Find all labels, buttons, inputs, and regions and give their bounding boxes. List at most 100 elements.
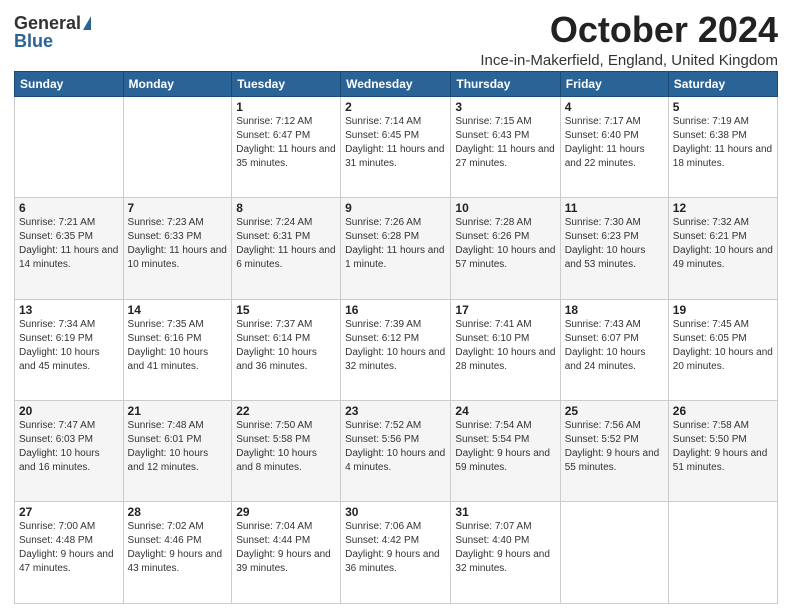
- day-detail: Sunrise: 7:21 AM Sunset: 6:35 PM Dayligh…: [19, 216, 119, 272]
- location: Ince-in-Makerfield, England, United King…: [480, 52, 778, 69]
- day-detail: Sunrise: 7:06 AM Sunset: 4:42 PM Dayligh…: [345, 520, 446, 576]
- day-detail: Sunrise: 7:37 AM Sunset: 6:14 PM Dayligh…: [236, 318, 336, 374]
- day-detail: Sunrise: 7:48 AM Sunset: 6:01 PM Dayligh…: [128, 419, 228, 475]
- day-number: 28: [128, 505, 228, 519]
- col-sunday: Sunday: [15, 71, 124, 96]
- calendar-cell: 13Sunrise: 7:34 AM Sunset: 6:19 PM Dayli…: [15, 299, 124, 400]
- logo-blue: Blue: [14, 32, 53, 50]
- day-number: 17: [455, 303, 555, 317]
- day-detail: Sunrise: 7:34 AM Sunset: 6:19 PM Dayligh…: [19, 318, 119, 374]
- calendar-cell: 6Sunrise: 7:21 AM Sunset: 6:35 PM Daylig…: [15, 198, 124, 299]
- day-detail: Sunrise: 7:28 AM Sunset: 6:26 PM Dayligh…: [455, 216, 555, 272]
- day-number: 29: [236, 505, 336, 519]
- day-number: 4: [565, 100, 664, 114]
- day-detail: Sunrise: 7:23 AM Sunset: 6:33 PM Dayligh…: [128, 216, 228, 272]
- calendar-cell: 7Sunrise: 7:23 AM Sunset: 6:33 PM Daylig…: [123, 198, 232, 299]
- col-saturday: Saturday: [668, 71, 777, 96]
- day-number: 27: [19, 505, 119, 519]
- day-detail: Sunrise: 7:32 AM Sunset: 6:21 PM Dayligh…: [673, 216, 773, 272]
- calendar-cell: 25Sunrise: 7:56 AM Sunset: 5:52 PM Dayli…: [560, 401, 668, 502]
- calendar-week-row-4: 27Sunrise: 7:00 AM Sunset: 4:48 PM Dayli…: [15, 502, 778, 604]
- day-detail: Sunrise: 7:02 AM Sunset: 4:46 PM Dayligh…: [128, 520, 228, 576]
- calendar-cell: 5Sunrise: 7:19 AM Sunset: 6:38 PM Daylig…: [668, 96, 777, 197]
- day-detail: Sunrise: 7:00 AM Sunset: 4:48 PM Dayligh…: [19, 520, 119, 576]
- day-detail: Sunrise: 7:35 AM Sunset: 6:16 PM Dayligh…: [128, 318, 228, 374]
- day-detail: Sunrise: 7:45 AM Sunset: 6:05 PM Dayligh…: [673, 318, 773, 374]
- col-friday: Friday: [560, 71, 668, 96]
- day-detail: Sunrise: 7:26 AM Sunset: 6:28 PM Dayligh…: [345, 216, 446, 272]
- calendar-cell: [668, 502, 777, 604]
- day-number: 14: [128, 303, 228, 317]
- page: General Blue October 2024 Ince-in-Makerf…: [0, 0, 792, 612]
- day-detail: Sunrise: 7:54 AM Sunset: 5:54 PM Dayligh…: [455, 419, 555, 475]
- header: General Blue October 2024 Ince-in-Makerf…: [14, 10, 778, 69]
- day-number: 12: [673, 201, 773, 215]
- calendar-cell: 31Sunrise: 7:07 AM Sunset: 4:40 PM Dayli…: [451, 502, 560, 604]
- day-number: 2: [345, 100, 446, 114]
- day-number: 11: [565, 201, 664, 215]
- day-number: 9: [345, 201, 446, 215]
- calendar-week-row-2: 13Sunrise: 7:34 AM Sunset: 6:19 PM Dayli…: [15, 299, 778, 400]
- calendar-cell: 20Sunrise: 7:47 AM Sunset: 6:03 PM Dayli…: [15, 401, 124, 502]
- col-wednesday: Wednesday: [341, 71, 451, 96]
- calendar-cell: 16Sunrise: 7:39 AM Sunset: 6:12 PM Dayli…: [341, 299, 451, 400]
- day-detail: Sunrise: 7:24 AM Sunset: 6:31 PM Dayligh…: [236, 216, 336, 272]
- day-number: 24: [455, 404, 555, 418]
- day-detail: Sunrise: 7:47 AM Sunset: 6:03 PM Dayligh…: [19, 419, 119, 475]
- day-detail: Sunrise: 7:56 AM Sunset: 5:52 PM Dayligh…: [565, 419, 664, 475]
- day-number: 31: [455, 505, 555, 519]
- calendar-cell: 2Sunrise: 7:14 AM Sunset: 6:45 PM Daylig…: [341, 96, 451, 197]
- calendar-cell: 19Sunrise: 7:45 AM Sunset: 6:05 PM Dayli…: [668, 299, 777, 400]
- day-number: 16: [345, 303, 446, 317]
- month-title: October 2024: [480, 10, 778, 50]
- day-number: 25: [565, 404, 664, 418]
- day-number: 6: [19, 201, 119, 215]
- calendar-cell: 14Sunrise: 7:35 AM Sunset: 6:16 PM Dayli…: [123, 299, 232, 400]
- calendar-cell: 15Sunrise: 7:37 AM Sunset: 6:14 PM Dayli…: [232, 299, 341, 400]
- day-number: 23: [345, 404, 446, 418]
- day-number: 21: [128, 404, 228, 418]
- calendar-cell: 21Sunrise: 7:48 AM Sunset: 6:01 PM Dayli…: [123, 401, 232, 502]
- calendar-cell: 23Sunrise: 7:52 AM Sunset: 5:56 PM Dayli…: [341, 401, 451, 502]
- day-number: 10: [455, 201, 555, 215]
- day-number: 20: [19, 404, 119, 418]
- calendar-cell: 30Sunrise: 7:06 AM Sunset: 4:42 PM Dayli…: [341, 502, 451, 604]
- day-number: 26: [673, 404, 773, 418]
- col-thursday: Thursday: [451, 71, 560, 96]
- day-detail: Sunrise: 7:14 AM Sunset: 6:45 PM Dayligh…: [345, 115, 446, 171]
- calendar-cell: 11Sunrise: 7:30 AM Sunset: 6:23 PM Dayli…: [560, 198, 668, 299]
- day-detail: Sunrise: 7:30 AM Sunset: 6:23 PM Dayligh…: [565, 216, 664, 272]
- calendar-cell: 9Sunrise: 7:26 AM Sunset: 6:28 PM Daylig…: [341, 198, 451, 299]
- calendar-cell: 24Sunrise: 7:54 AM Sunset: 5:54 PM Dayli…: [451, 401, 560, 502]
- day-number: 7: [128, 201, 228, 215]
- day-detail: Sunrise: 7:15 AM Sunset: 6:43 PM Dayligh…: [455, 115, 555, 171]
- calendar-cell: 17Sunrise: 7:41 AM Sunset: 6:10 PM Dayli…: [451, 299, 560, 400]
- calendar-cell: 4Sunrise: 7:17 AM Sunset: 6:40 PM Daylig…: [560, 96, 668, 197]
- calendar-cell: [560, 502, 668, 604]
- calendar-cell: 8Sunrise: 7:24 AM Sunset: 6:31 PM Daylig…: [232, 198, 341, 299]
- day-detail: Sunrise: 7:50 AM Sunset: 5:58 PM Dayligh…: [236, 419, 336, 475]
- calendar-cell: 1Sunrise: 7:12 AM Sunset: 6:47 PM Daylig…: [232, 96, 341, 197]
- day-detail: Sunrise: 7:43 AM Sunset: 6:07 PM Dayligh…: [565, 318, 664, 374]
- calendar-table: Sunday Monday Tuesday Wednesday Thursday…: [14, 71, 778, 604]
- day-number: 18: [565, 303, 664, 317]
- logo: General Blue: [14, 14, 91, 50]
- logo-triangle-icon: [83, 16, 91, 30]
- day-number: 19: [673, 303, 773, 317]
- day-number: 13: [19, 303, 119, 317]
- calendar-cell: 3Sunrise: 7:15 AM Sunset: 6:43 PM Daylig…: [451, 96, 560, 197]
- day-number: 15: [236, 303, 336, 317]
- calendar-cell: 28Sunrise: 7:02 AM Sunset: 4:46 PM Dayli…: [123, 502, 232, 604]
- day-number: 3: [455, 100, 555, 114]
- day-number: 30: [345, 505, 446, 519]
- calendar-cell: 22Sunrise: 7:50 AM Sunset: 5:58 PM Dayli…: [232, 401, 341, 502]
- title-block: October 2024 Ince-in-Makerfield, England…: [480, 10, 778, 69]
- day-detail: Sunrise: 7:41 AM Sunset: 6:10 PM Dayligh…: [455, 318, 555, 374]
- calendar-cell: [15, 96, 124, 197]
- calendar-cell: [123, 96, 232, 197]
- logo-general: General: [14, 14, 81, 32]
- col-tuesday: Tuesday: [232, 71, 341, 96]
- calendar-cell: 29Sunrise: 7:04 AM Sunset: 4:44 PM Dayli…: [232, 502, 341, 604]
- day-detail: Sunrise: 7:19 AM Sunset: 6:38 PM Dayligh…: [673, 115, 773, 171]
- day-detail: Sunrise: 7:39 AM Sunset: 6:12 PM Dayligh…: [345, 318, 446, 374]
